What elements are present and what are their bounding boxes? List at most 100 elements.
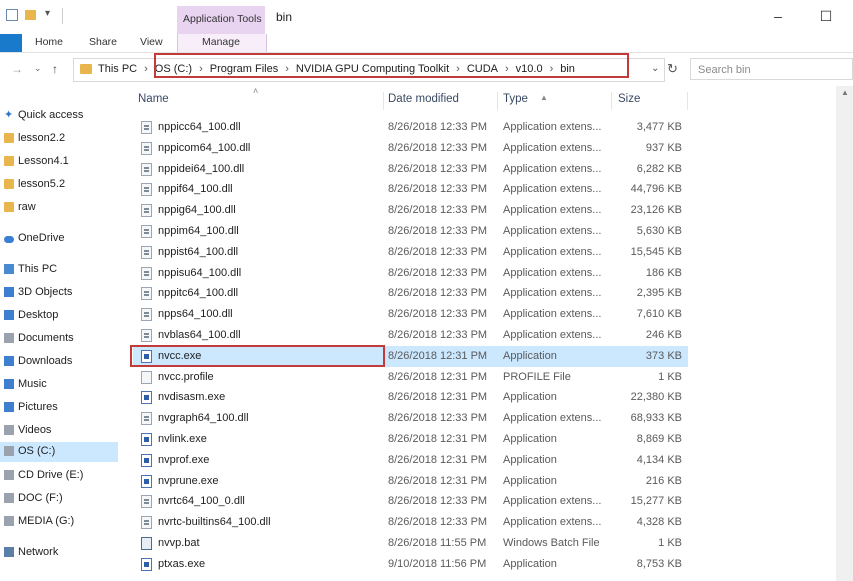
tab-manage[interactable]: Manage (177, 34, 267, 52)
recent-locations-icon[interactable]: ⌄ (34, 63, 42, 74)
table-row[interactable]: nvrtc64_100_0.dll 8/26/2018 12:33 PM Appli… (133, 491, 688, 512)
sidebar-item-lesson2-2[interactable]: lesson2.2 (0, 129, 118, 149)
dll-file-icon (141, 183, 152, 197)
sidebar-item-raw[interactable]: raw (0, 198, 118, 218)
sidebar-item-quick-access[interactable]: ✦ Quick access (0, 106, 118, 126)
file-date-modified: 8/26/2018 12:33 PM (388, 245, 488, 258)
chevron-right-icon[interactable]: › (144, 63, 148, 75)
table-row[interactable]: ptxas.exe 9/10/2018 11:56 PM Application 8,… (133, 554, 688, 575)
cloud-icon (4, 236, 14, 243)
sidebar-item-doc-f[interactable]: DOC (F:) (0, 489, 118, 509)
file-type: Application extens... (503, 121, 602, 133)
dll-file-icon (141, 329, 152, 342)
sidebar-item-onedrive[interactable]: OneDrive (0, 229, 118, 249)
breadcrumb-this-pc[interactable]: This PC (98, 63, 137, 75)
file-size: 15,545 KB (630, 245, 682, 258)
table-row[interactable]: nppidei64_100.dll 8/26/2018 12:33 PM Appli… (133, 159, 688, 180)
window-title: bin (276, 10, 293, 24)
file-date-modified: 8/26/2018 12:33 PM (388, 516, 488, 529)
column-divider[interactable] (611, 92, 612, 110)
minimize-icon[interactable]: – (770, 8, 786, 24)
table-row[interactable]: nvlink.exe 8/26/2018 12:31 PM Application 8… (133, 429, 688, 450)
qat-dropdown-icon[interactable]: ▾ (45, 8, 50, 19)
sidebar-item-lesson5-2[interactable]: lesson5.2 (0, 175, 118, 195)
sidebar-item-media-g[interactable]: MEDIA (G:) (0, 512, 118, 532)
column-header-type[interactable]: Type (503, 93, 528, 105)
sidebar-item-cd-drive-e[interactable]: CD Drive (E:) (0, 466, 118, 486)
sidebar-item-downloads[interactable]: Downloads (0, 352, 118, 372)
sidebar-item-lesson4-1[interactable]: Lesson4.1 (0, 152, 118, 172)
file-name: nppidei64_100.dll (158, 162, 245, 175)
sidebar-item-documents[interactable]: Documents (0, 329, 118, 349)
maximize-icon[interactable]: ☐ (818, 8, 834, 24)
properties-icon[interactable] (6, 9, 18, 21)
column-divider[interactable] (687, 92, 688, 110)
new-folder-icon[interactable] (25, 10, 36, 20)
table-row[interactable]: nppicc64_100.dll 8/26/2018 12:33 PM Applic… (133, 117, 688, 138)
table-row[interactable]: nppif64_100.dll 8/26/2018 12:33 PM Applica… (133, 179, 688, 200)
tab-share[interactable]: Share (89, 36, 117, 48)
file-type: Application extens... (503, 183, 602, 196)
address-dropdown-icon[interactable]: ⌄ (651, 63, 659, 74)
table-row[interactable]: nppig64_100.dll 8/26/2018 12:33 PM Applica… (133, 200, 688, 221)
file-date-modified: 8/26/2018 12:33 PM (388, 121, 488, 133)
table-row[interactable]: nvblas64_100.dll 8/26/2018 12:33 PM Applic… (133, 325, 688, 346)
table-row[interactable]: nvprof.exe 8/26/2018 12:31 PM Application 4… (133, 450, 688, 471)
file-name: nvblas64_100.dll (158, 329, 241, 341)
file-name: nvprof.exe (158, 453, 210, 466)
table-row[interactable]: nvrtc-builtins64_100.dll 8/26/2018 12:33 … (133, 512, 688, 533)
sort-ascending-icon: ˄ (253, 86, 259, 96)
ribbon (0, 34, 853, 53)
sidebar-item-videos[interactable]: Videos (0, 421, 118, 441)
table-row[interactable]: nvprune.exe 8/26/2018 12:31 PM Application… (133, 471, 688, 492)
exe-file-icon (141, 433, 152, 446)
column-divider[interactable] (383, 92, 384, 110)
sidebar-item-3d-objects[interactable]: 3D Objects (0, 283, 118, 303)
file-type: Windows Batch File (503, 537, 600, 549)
sidebar-item-network[interactable]: Network (0, 543, 118, 563)
table-row[interactable]: nppim64_100.dll 8/26/2018 12:33 PM Applica… (133, 221, 688, 242)
up-arrow-icon[interactable]: ↑ (52, 62, 58, 76)
table-row[interactable]: nppist64_100.dll 8/26/2018 12:33 PM Applic… (133, 242, 688, 263)
refresh-icon[interactable]: ↻ (667, 61, 678, 77)
table-row[interactable]: nvcc.profile 8/26/2018 12:31 PM PROFILE Fi… (133, 367, 688, 388)
tab-home[interactable]: Home (35, 36, 63, 48)
file-tab[interactable] (0, 34, 22, 52)
music-icon (4, 379, 14, 389)
table-row[interactable]: nvdisasm.exe 8/26/2018 12:31 PM Applicatio… (133, 387, 688, 408)
back-arrow-icon[interactable]: → (11, 62, 23, 76)
sidebar-item-music[interactable]: Music (0, 375, 118, 395)
column-header-size[interactable]: Size (618, 93, 640, 105)
file-size: 44,796 KB (630, 183, 682, 196)
file-size: 3,477 KB (636, 121, 682, 133)
column-header-date[interactable]: Date modified (388, 93, 459, 105)
file-name: nvgraph64_100.dll (158, 412, 249, 425)
context-tab-label: Application Tools (183, 13, 262, 25)
qat-divider (62, 8, 63, 24)
file-size: 8,753 KB (636, 557, 682, 570)
table-row[interactable]: nvvp.bat 8/26/2018 11:55 PM Windows Batch … (133, 533, 688, 554)
column-header-name[interactable]: Name (138, 93, 169, 105)
table-row[interactable]: nvgraph64_100.dll 8/26/2018 12:33 PM Appli… (133, 408, 688, 429)
file-date-modified: 8/26/2018 12:31 PM (388, 349, 488, 362)
tab-view[interactable]: View (140, 36, 163, 48)
sidebar-item-this-pc[interactable]: This PC (0, 260, 118, 280)
sidebar-item-pictures[interactable]: Pictures (0, 398, 118, 418)
address-folder-icon (80, 64, 92, 74)
table-row[interactable]: npps64_100.dll 8/26/2018 12:33 PM Applicat… (133, 304, 688, 325)
file-date-modified: 8/26/2018 12:31 PM (388, 370, 488, 383)
dll-file-icon (141, 287, 152, 301)
sidebar-item-desktop[interactable]: Desktop (0, 306, 118, 326)
table-row[interactable]: nppicom64_100.dll 8/26/2018 12:33 PM Appli… (133, 138, 688, 159)
vertical-scrollbar[interactable] (836, 86, 853, 581)
column-divider[interactable] (497, 92, 498, 110)
file-size: 68,933 KB (630, 412, 682, 425)
scroll-up-icon[interactable]: ▲ (841, 88, 849, 97)
table-row[interactable]: nppitc64_100.dll 8/26/2018 12:33 PM Applic… (133, 283, 688, 304)
folder-icon (4, 156, 14, 166)
sidebar-item-os-c[interactable]: OS (C:) (0, 442, 118, 462)
table-row[interactable]: nppisu64_100.dll 8/26/2018 12:33 PM Applic… (133, 263, 688, 284)
search-input[interactable]: Search bin (690, 58, 853, 80)
file-type: Application extens... (503, 308, 602, 321)
folder-icon (4, 202, 14, 212)
